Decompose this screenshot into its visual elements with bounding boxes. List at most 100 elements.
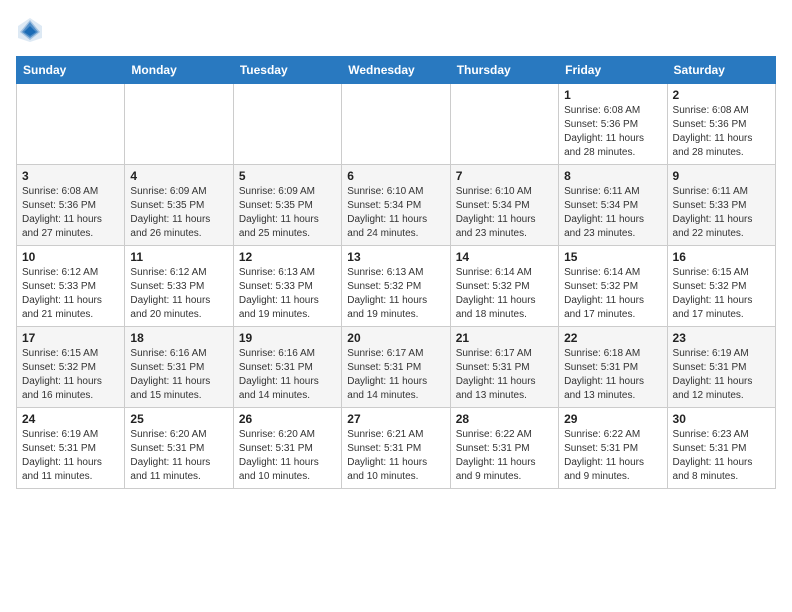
calendar-cell: 8 Sunrise: 6:11 AMSunset: 5:34 PMDaylight…	[559, 165, 667, 246]
day-number: 18	[130, 331, 227, 345]
calendar-cell: 25 Sunrise: 6:20 AMSunset: 5:31 PMDayligh…	[125, 408, 233, 489]
day-number: 30	[673, 412, 770, 426]
day-number: 4	[130, 169, 227, 183]
day-info: Sunrise: 6:13 AMSunset: 5:33 PMDaylight:…	[239, 266, 336, 322]
day-info: Sunrise: 6:11 AMSunset: 5:34 PMDaylight:…	[564, 185, 661, 241]
day-info: Sunrise: 6:16 AMSunset: 5:31 PMDaylight:…	[130, 347, 227, 403]
day-info: Sunrise: 6:17 AMSunset: 5:31 PMDaylight:…	[347, 347, 444, 403]
calendar-cell: 29Sunrise: 6:22 AMSunset: 5:31 PMDayligh…	[559, 408, 667, 489]
calendar-cell	[342, 84, 450, 165]
day-info: Sunrise: 6:15 AMSunset: 5:32 PMDaylight:…	[673, 266, 770, 322]
day-number: 25	[130, 412, 227, 426]
day-info: Sunrise: 6:10 AMSunset: 5:34 PMDaylight:…	[456, 185, 553, 241]
calendar-cell: 20 Sunrise: 6:17 AMSunset: 5:31 PMDayligh…	[342, 327, 450, 408]
day-number: 1	[564, 88, 661, 102]
calendar-cell: 12 Sunrise: 6:13 AMSunset: 5:33 PMDayligh…	[233, 246, 341, 327]
day-info: Sunrise: 6:20 AMSunset: 5:31 PMDaylight:…	[239, 428, 336, 484]
logo-icon	[16, 16, 44, 44]
calendar-cell: 13 Sunrise: 6:13 AMSunset: 5:32 PMDayligh…	[342, 246, 450, 327]
day-number: 7	[456, 169, 553, 183]
day-info: Sunrise: 6:08 AMSunset: 5:36 PMDaylight:…	[673, 104, 770, 160]
calendar-week-5: 24Sunrise: 6:19 AMSunset: 5:31 PMDayligh…	[17, 408, 776, 489]
col-monday: Monday	[125, 57, 233, 84]
day-number: 11	[130, 250, 227, 264]
calendar-cell: 4 Sunrise: 6:09 AMSunset: 5:35 PMDaylight…	[125, 165, 233, 246]
calendar-cell: 6Sunrise: 6:10 AMSunset: 5:34 PMDaylight…	[342, 165, 450, 246]
col-sunday: Sunday	[17, 57, 125, 84]
calendar-cell: 24Sunrise: 6:19 AMSunset: 5:31 PMDayligh…	[17, 408, 125, 489]
day-number: 17	[22, 331, 119, 345]
calendar-cell: 23 Sunrise: 6:19 AMSunset: 5:31 PMDayligh…	[667, 327, 775, 408]
calendar-header: Sunday Monday Tuesday Wednesday Thursday…	[17, 57, 776, 84]
calendar-cell	[125, 84, 233, 165]
day-info: Sunrise: 6:11 AMSunset: 5:33 PMDaylight:…	[673, 185, 770, 241]
calendar-body: 1 Sunrise: 6:08 AMSunset: 5:36 PMDaylight…	[17, 84, 776, 489]
day-info: Sunrise: 6:12 AMSunset: 5:33 PMDaylight:…	[130, 266, 227, 322]
day-info: Sunrise: 6:23 AMSunset: 5:31 PMDaylight:…	[673, 428, 770, 484]
day-number: 16	[673, 250, 770, 264]
day-number: 5	[239, 169, 336, 183]
day-number: 27	[347, 412, 444, 426]
calendar-cell: 30 Sunrise: 6:23 AMSunset: 5:31 PMDayligh…	[667, 408, 775, 489]
day-number: 28	[456, 412, 553, 426]
day-info: Sunrise: 6:08 AMSunset: 5:36 PMDaylight:…	[564, 104, 661, 160]
calendar-cell: 10Sunrise: 6:12 AMSunset: 5:33 PMDayligh…	[17, 246, 125, 327]
day-number: 3	[22, 169, 119, 183]
day-info: Sunrise: 6:19 AMSunset: 5:31 PMDaylight:…	[22, 428, 119, 484]
day-info: Sunrise: 6:14 AMSunset: 5:32 PMDaylight:…	[564, 266, 661, 322]
day-info: Sunrise: 6:19 AMSunset: 5:31 PMDaylight:…	[673, 347, 770, 403]
logo	[16, 16, 48, 44]
day-info: Sunrise: 6:13 AMSunset: 5:32 PMDaylight:…	[347, 266, 444, 322]
day-info: Sunrise: 6:22 AMSunset: 5:31 PMDaylight:…	[456, 428, 553, 484]
calendar-cell: 1 Sunrise: 6:08 AMSunset: 5:36 PMDaylight…	[559, 84, 667, 165]
day-info: Sunrise: 6:09 AMSunset: 5:35 PMDaylight:…	[130, 185, 227, 241]
calendar-cell: 16 Sunrise: 6:15 AMSunset: 5:32 PMDayligh…	[667, 246, 775, 327]
day-number: 12	[239, 250, 336, 264]
day-number: 14	[456, 250, 553, 264]
col-tuesday: Tuesday	[233, 57, 341, 84]
day-number: 15	[564, 250, 661, 264]
calendar-table: Sunday Monday Tuesday Wednesday Thursday…	[16, 56, 776, 489]
calendar-cell	[17, 84, 125, 165]
calendar-cell: 18 Sunrise: 6:16 AMSunset: 5:31 PMDayligh…	[125, 327, 233, 408]
day-number: 8	[564, 169, 661, 183]
calendar-week-4: 17Sunrise: 6:15 AMSunset: 5:32 PMDayligh…	[17, 327, 776, 408]
day-number: 19	[239, 331, 336, 345]
day-info: Sunrise: 6:09 AMSunset: 5:35 PMDaylight:…	[239, 185, 336, 241]
day-number: 21	[456, 331, 553, 345]
col-wednesday: Wednesday	[342, 57, 450, 84]
calendar-cell: 2 Sunrise: 6:08 AMSunset: 5:36 PMDaylight…	[667, 84, 775, 165]
calendar-cell: 22Sunrise: 6:18 AMSunset: 5:31 PMDayligh…	[559, 327, 667, 408]
calendar-cell: 14 Sunrise: 6:14 AMSunset: 5:32 PMDayligh…	[450, 246, 558, 327]
calendar-cell: 9 Sunrise: 6:11 AMSunset: 5:33 PMDaylight…	[667, 165, 775, 246]
day-number: 2	[673, 88, 770, 102]
calendar-week-1: 1 Sunrise: 6:08 AMSunset: 5:36 PMDaylight…	[17, 84, 776, 165]
day-number: 6	[347, 169, 444, 183]
calendar-cell: 7 Sunrise: 6:10 AMSunset: 5:34 PMDaylight…	[450, 165, 558, 246]
calendar-cell: 28 Sunrise: 6:22 AMSunset: 5:31 PMDayligh…	[450, 408, 558, 489]
day-info: Sunrise: 6:20 AMSunset: 5:31 PMDaylight:…	[130, 428, 227, 484]
day-info: Sunrise: 6:14 AMSunset: 5:32 PMDaylight:…	[456, 266, 553, 322]
page-header	[16, 16, 776, 44]
day-info: Sunrise: 6:17 AMSunset: 5:31 PMDaylight:…	[456, 347, 553, 403]
calendar-cell	[450, 84, 558, 165]
day-number: 20	[347, 331, 444, 345]
day-number: 13	[347, 250, 444, 264]
col-saturday: Saturday	[667, 57, 775, 84]
col-thursday: Thursday	[450, 57, 558, 84]
calendar-cell: 17Sunrise: 6:15 AMSunset: 5:32 PMDayligh…	[17, 327, 125, 408]
day-info: Sunrise: 6:21 AMSunset: 5:31 PMDaylight:…	[347, 428, 444, 484]
day-info: Sunrise: 6:16 AMSunset: 5:31 PMDaylight:…	[239, 347, 336, 403]
calendar-cell: 5 Sunrise: 6:09 AMSunset: 5:35 PMDaylight…	[233, 165, 341, 246]
calendar-cell: 21 Sunrise: 6:17 AMSunset: 5:31 PMDayligh…	[450, 327, 558, 408]
calendar-week-2: 3 Sunrise: 6:08 AMSunset: 5:36 PMDaylight…	[17, 165, 776, 246]
calendar-week-3: 10 Sunrise: 6:12 AMSunset: 5:33 PMDayligh…	[17, 246, 776, 327]
day-number: 10	[22, 250, 119, 264]
day-number: 9	[673, 169, 770, 183]
header-row: Sunday Monday Tuesday Wednesday Thursday…	[17, 57, 776, 84]
day-number: 23	[673, 331, 770, 345]
calendar-cell: 27 Sunrise: 6:21 AMSunset: 5:31 PMDayligh…	[342, 408, 450, 489]
calendar-cell: 26Sunrise: 6:20 AMSunset: 5:31 PMDayligh…	[233, 408, 341, 489]
calendar-cell	[233, 84, 341, 165]
day-info: Sunrise: 6:08 AMSunset: 5:36 PMDaylight:…	[22, 185, 119, 241]
